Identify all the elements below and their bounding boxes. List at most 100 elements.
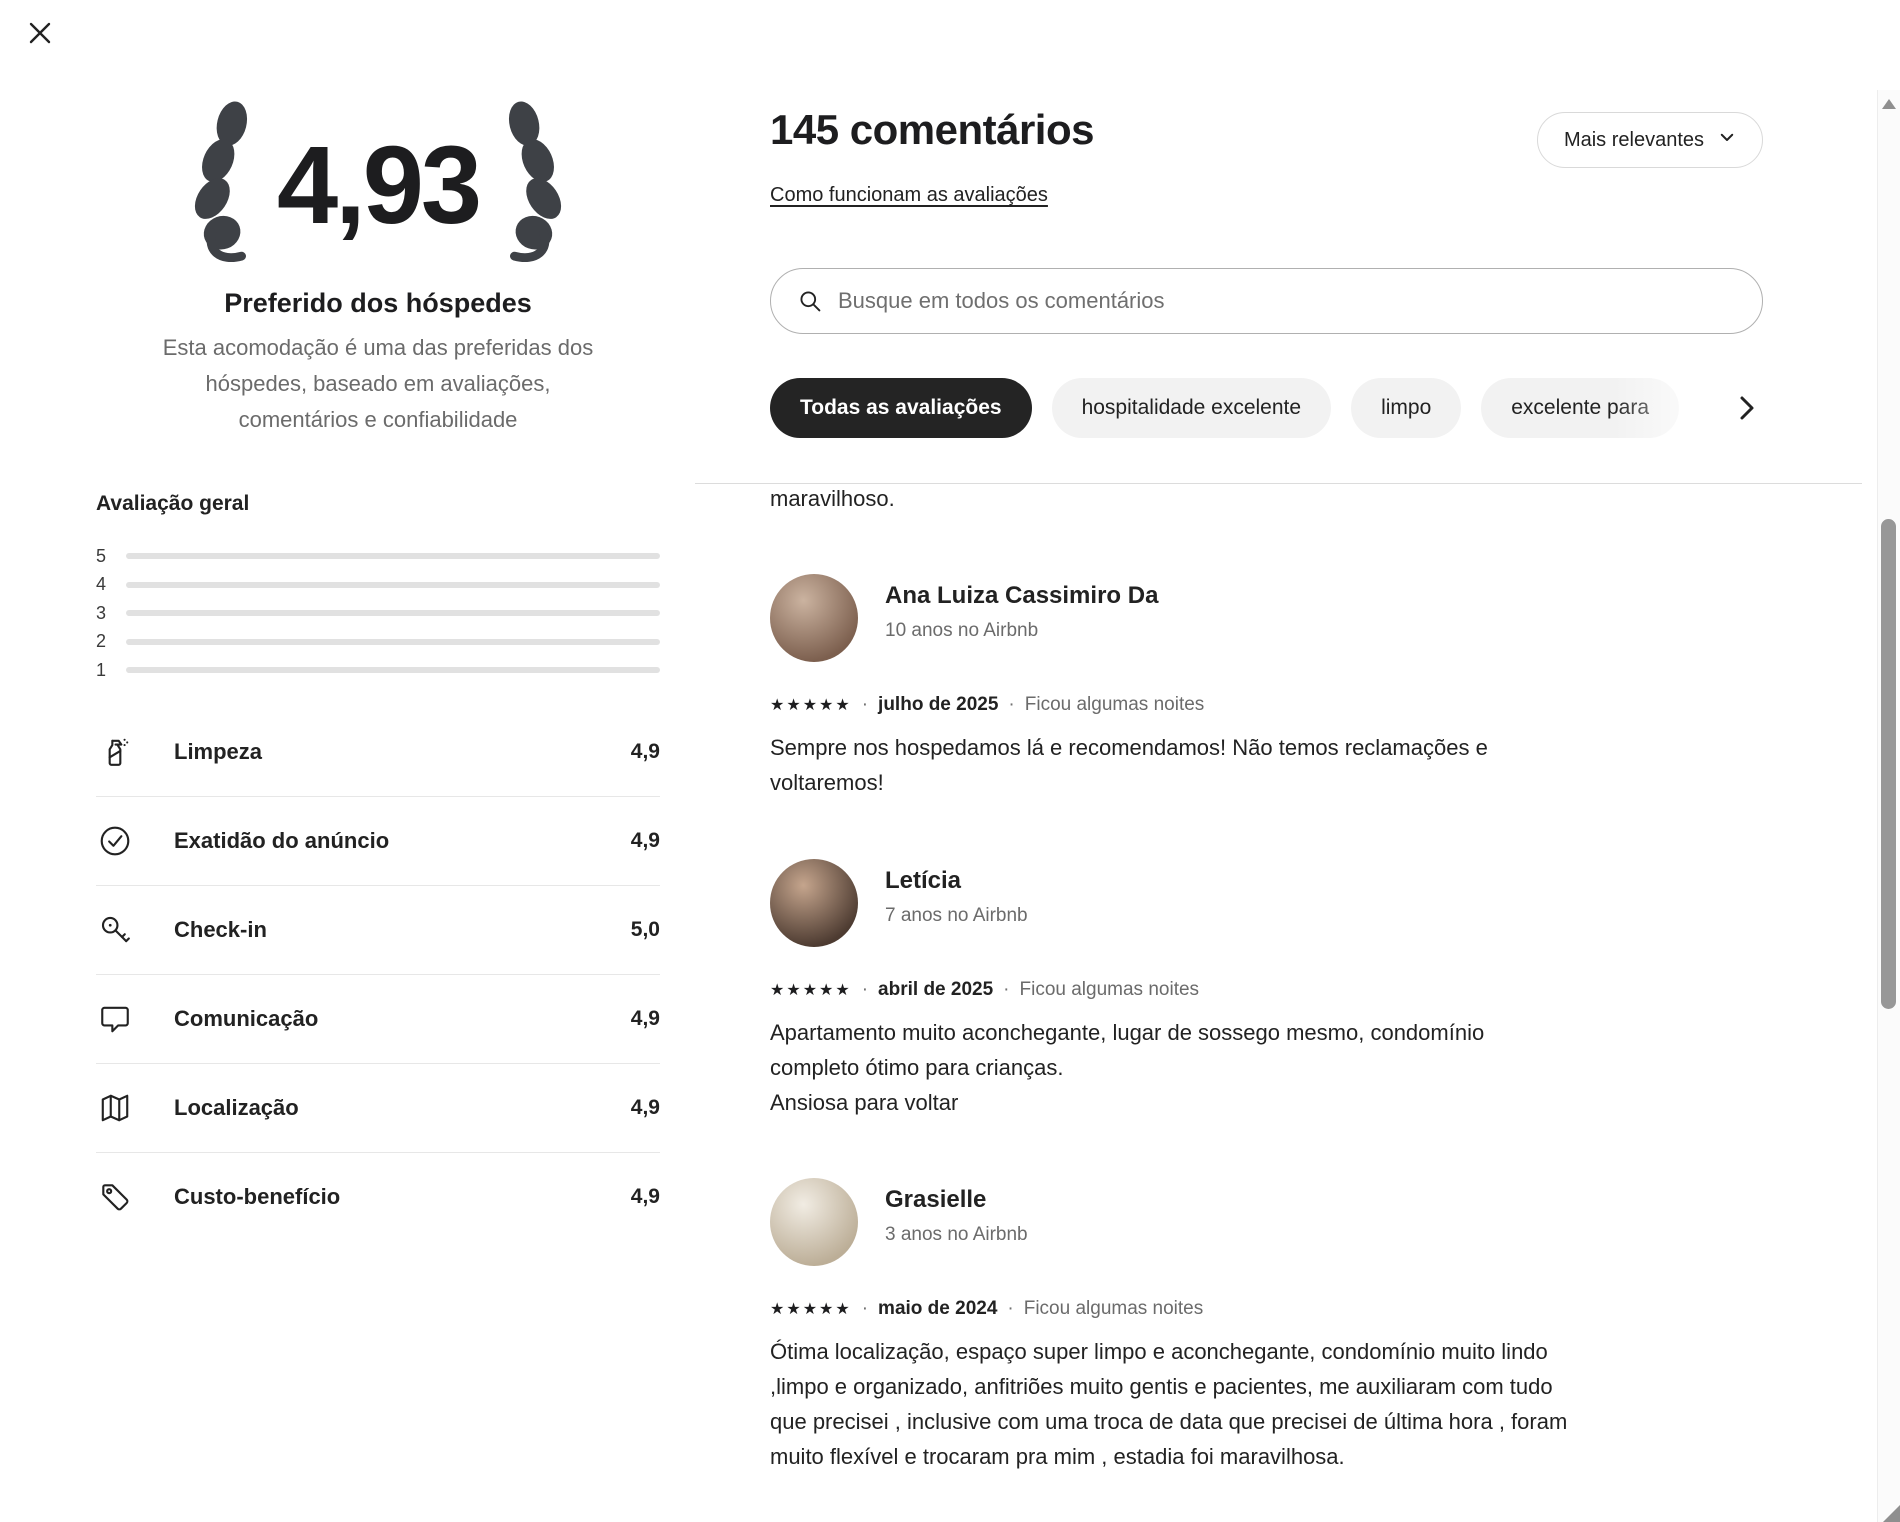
histogram-label: 1 [96,660,120,681]
review-date: abril de 2025 [878,979,993,1001]
how-reviews-work-link[interactable]: Como funcionam as avaliações [770,184,1048,207]
search-input[interactable] [836,287,1738,315]
avatar[interactable] [770,859,858,947]
category-row-communication: Comunicação 4,9 [96,975,660,1064]
filter-chips-row: Todas as avaliações hospitalidade excele… [770,378,1763,438]
header-divider [695,483,1862,484]
sort-button-label: Mais relevantes [1564,129,1704,152]
chevron-right-icon [1731,412,1763,427]
scrollbar-up-arrow[interactable] [1882,99,1896,109]
category-row-accuracy: Exatidão do anúncio 4,9 [96,797,660,886]
map-icon [98,1091,132,1125]
category-label: Comunicação [174,1006,631,1032]
histogram-label: 2 [96,631,120,652]
filter-chip-clean[interactable]: limpo [1351,378,1461,438]
rating-histogram: 5 4 3 2 1 [96,542,660,685]
histogram-track [126,553,660,559]
review-text: Apartamento muito aconchegante, lugar de… [770,1015,1700,1120]
dot-separator: · [862,1298,868,1320]
guest-favorite-score-block: 4,93 [96,100,660,271]
reviewer-tenure: 3 anos no Airbnb [885,1224,1028,1246]
category-row-value: Custo-benefício 4,9 [96,1153,660,1241]
stay-type: Ficou algumas noites [1024,1298,1204,1320]
category-value: 4,9 [631,740,660,764]
overall-rating-label: Avaliação geral [96,492,249,516]
guest-favorite-title: Preferido dos hóspedes [96,288,660,319]
reviewer-name[interactable]: Ana Luiza Cassimiro Da [885,582,1158,610]
avatar[interactable] [770,574,858,662]
filter-chip-hospitality[interactable]: hospitalidade excelente [1052,378,1332,438]
scrollbar-thumb[interactable] [1881,519,1896,1009]
overall-score: 4,93 [271,131,485,241]
category-value: 4,9 [631,1096,660,1120]
category-label: Limpeza [174,739,631,765]
filter-chip-excellent-for[interactable]: excelente para [1481,378,1679,438]
category-row-location: Localização 4,9 [96,1064,660,1153]
avatar[interactable] [770,1178,858,1266]
rating-summary-panel: 4,93 Preferido dos hóspedes Esta acomoda… [96,0,660,1522]
histogram-label: 3 [96,603,120,624]
close-icon [29,32,51,47]
laurel-right-icon [491,100,569,271]
category-row-checkin: Check-in 5,0 [96,886,660,975]
dot-separator: · [862,979,868,1001]
guest-favorite-description: Esta acomodação é uma das preferidas dos… [96,330,660,438]
star-rating: ★★★★★ [770,1299,852,1319]
histogram-track [126,667,660,673]
category-value: 4,9 [631,1185,660,1209]
partial-review-text: maravilhoso. [770,486,895,512]
dot-separator: · [1007,1298,1013,1320]
reviewer-tenure: 7 anos no Airbnb [885,905,1028,927]
star-rating: ★★★★★ [770,695,852,715]
key-icon [98,913,132,947]
chevron-down-icon [1718,128,1736,152]
category-value: 5,0 [631,918,660,942]
histogram-track [126,639,660,645]
reviewer-tenure: 10 anos no Airbnb [885,620,1038,642]
review-text: Sempre nos hospedamos lá e recomendamos!… [770,730,1700,800]
category-label: Exatidão do anúncio [174,828,631,854]
stay-type: Ficou algumas noites [1020,979,1200,1001]
review-meta: ★★★★★ · abril de 2025 · Ficou algumas no… [770,979,1199,1001]
reviewer-name[interactable]: Letícia [885,867,961,895]
reviewer-name[interactable]: Grasielle [885,1186,986,1214]
reviews-count-title: 145 comentários [770,106,1094,154]
histogram-label: 4 [96,574,120,595]
review-meta: ★★★★★ · julho de 2025 · Ficou algumas no… [770,694,1204,716]
review-meta: ★★★★★ · maio de 2024 · Ficou algumas noi… [770,1298,1203,1320]
histogram-track [126,582,660,588]
histogram-label: 5 [96,546,120,567]
review-search-box [770,268,1763,334]
dot-separator: · [1008,694,1014,716]
chips-scroll-next-button[interactable] [1731,392,1763,424]
stay-type: Ficou algumas noites [1025,694,1205,716]
reviews-panel: 145 comentários Como funcionam as avalia… [770,0,1763,1522]
dot-separator: · [1003,979,1009,1001]
tag-icon [98,1180,132,1214]
category-value: 4,9 [631,1007,660,1031]
filter-chip-all-reviews[interactable]: Todas as avaliações [770,378,1032,438]
histogram-row-4: 4 [96,571,660,600]
check-circle-icon [98,824,132,858]
search-icon [798,289,822,313]
histogram-row-5: 5 [96,542,660,571]
speech-bubble-icon [98,1002,132,1036]
spray-bottle-icon [98,735,132,769]
histogram-row-1: 1 [96,656,660,685]
review-text: Ótima localização, espaço super limpo e … [770,1334,1700,1474]
histogram-row-2: 2 [96,628,660,657]
category-label: Check-in [174,917,631,943]
category-value: 4,9 [631,829,660,853]
histogram-track [126,610,660,616]
category-ratings-list: Limpeza 4,9 Exatidão do anúncio 4,9 [96,708,660,1241]
dot-separator: · [862,694,868,716]
laurel-left-icon [187,100,265,271]
close-button[interactable] [26,20,54,48]
review-date: julho de 2025 [878,694,998,716]
histogram-row-3: 3 [96,599,660,628]
category-label: Custo-benefício [174,1184,631,1210]
star-rating: ★★★★★ [770,980,852,1000]
sort-button[interactable]: Mais relevantes [1537,112,1763,168]
review-date: maio de 2024 [878,1298,997,1320]
category-label: Localização [174,1095,631,1121]
